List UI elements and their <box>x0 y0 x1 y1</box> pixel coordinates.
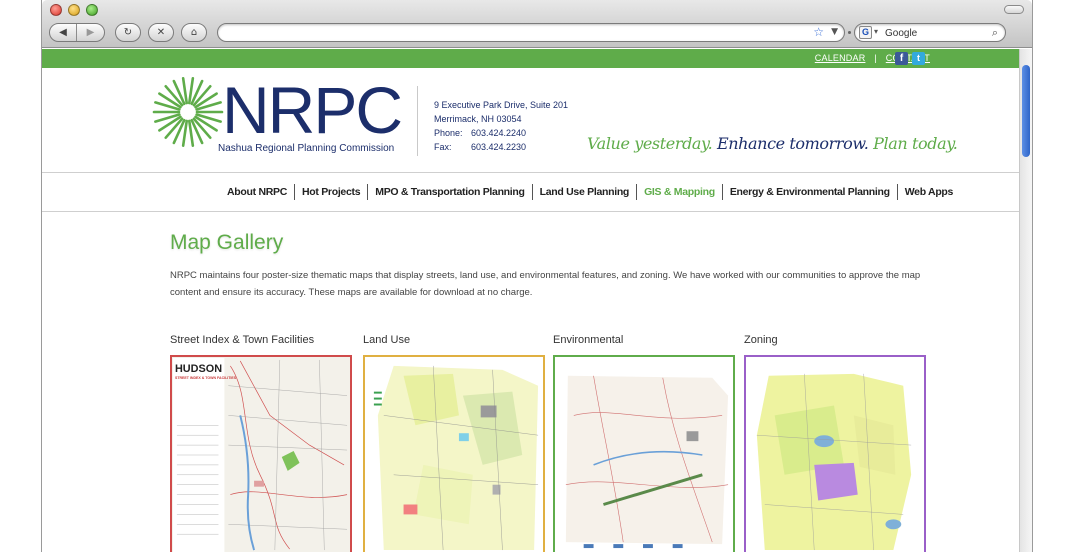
nav-item-hot-projects[interactable]: Hot Projects <box>295 184 367 200</box>
contact-address: 9 Executive Park Drive, Suite 201 Merrim… <box>434 98 568 154</box>
nav-item-land-use-planning[interactable]: Land Use Planning <box>533 184 636 200</box>
header-divider <box>417 86 418 156</box>
address-line-2: Merrimack, NH 03054 <box>434 114 522 124</box>
map-caption: Zoning <box>744 334 778 346</box>
browser-window: ◀ ▶ ↻ ✕ ⌂ ☆ ▼ G ▾ ⌕ CALENDAR | <box>41 0 1033 552</box>
scrollbar-thumb[interactable] <box>1022 65 1030 157</box>
page-title: Map Gallery <box>170 231 284 254</box>
screen: ◀ ▶ ↻ ✕ ⌂ ☆ ▼ G ▾ ⌕ CALENDAR | <box>0 0 1068 552</box>
nav-item-energy-environmental[interactable]: Energy & Environmental Planning <box>723 184 897 200</box>
nrpc-sunburst-logo-icon[interactable] <box>152 76 224 148</box>
home-button[interactable]: ⌂ <box>181 23 207 42</box>
bookmark-star-icon[interactable]: ☆ <box>813 25 824 39</box>
home-icon: ⌂ <box>190 27 198 38</box>
fax-number: 603.424.2230 <box>471 142 527 152</box>
logo-subtitle: Nashua Regional Planning Commission <box>218 143 395 154</box>
map-thumbnail-zoning[interactable] <box>744 355 926 552</box>
fax-row: Fax: 603.424.2230 <box>434 140 568 154</box>
fax-label: Fax: <box>434 142 452 152</box>
search-icon[interactable]: ⌕ <box>992 26 998 40</box>
sunburst-ray <box>181 119 189 147</box>
back-arrow-icon: ◀ <box>59 27 67 38</box>
reload-button[interactable]: ↻ <box>115 23 141 42</box>
back-button[interactable]: ◀ <box>50 24 77 41</box>
map-subtitle-text: STREET INDEX & TOWN FACILITIES <box>175 376 237 380</box>
sunburst-ray <box>187 77 195 105</box>
nav-item-web-apps[interactable]: Web Apps <box>898 184 960 200</box>
google-engine-icon[interactable]: G <box>859 26 872 39</box>
map-caption: Land Use <box>363 334 411 346</box>
map-caption: Environmental <box>553 334 624 346</box>
map-title-text: HUDSON <box>175 363 222 375</box>
forward-arrow-icon: ▶ <box>86 27 95 38</box>
tagline-part-2: Enhance tomorrow. <box>716 134 869 153</box>
search-input[interactable] <box>885 26 985 40</box>
map-gallery: Street Index & Town Facilities HUDSON ST… <box>170 333 930 552</box>
phone-label: Phone: <box>434 128 463 138</box>
toolbar-separator <box>848 31 851 34</box>
address-line-1: 9 Executive Park Drive, Suite 201 <box>434 100 569 110</box>
site-header: NRPC Nashua Regional Planning Commission… <box>42 68 1020 172</box>
map-thumbnail-street-index[interactable]: HUDSON STREET INDEX & TOWN FACILITIES <box>170 355 352 552</box>
tagline: Value yesterday. Enhance tomorrow. Plan … <box>587 134 958 153</box>
map-card-zoning: Zoning <box>744 333 926 552</box>
minimize-window-button[interactable] <box>68 4 80 16</box>
intro-paragraph: NRPC maintains four poster-size thematic… <box>170 270 921 298</box>
nav-item-gis-mapping[interactable]: GIS & Mapping <box>637 184 722 200</box>
back-forward-control: ◀ ▶ <box>49 23 105 42</box>
stop-button[interactable]: ✕ <box>148 23 174 42</box>
reload-icon: ↻ <box>123 27 133 38</box>
sunburst-ray <box>181 77 189 105</box>
logo-wordmark[interactable]: NRPC <box>222 74 403 146</box>
zoom-window-button[interactable] <box>86 4 98 16</box>
tagline-part-1: Value yesterday. <box>587 134 713 153</box>
vertical-scrollbar[interactable] <box>1019 49 1032 552</box>
browser-toolbar: ◀ ▶ ↻ ✕ ⌂ ☆ ▼ G ▾ ⌕ <box>42 0 1032 48</box>
nav-item-mpo-transportation[interactable]: MPO & Transportation Planning <box>368 184 531 200</box>
twitter-icon[interactable]: t <box>912 52 925 65</box>
facebook-icon[interactable]: f <box>895 52 908 65</box>
stop-icon: ✕ <box>156 27 166 38</box>
sunburst-ray <box>187 119 195 147</box>
forward-button[interactable]: ▶ <box>77 24 104 41</box>
toolbar-toggle-button[interactable] <box>1004 5 1024 14</box>
main-navigation: About NRPC Hot Projects MPO & Transporta… <box>42 172 1020 212</box>
map-thumbnail-environmental[interactable] <box>553 355 735 552</box>
history-dropdown-icon[interactable]: ▼ <box>831 27 838 37</box>
address-bar[interactable]: ☆ ▼ <box>217 23 845 42</box>
map-caption: Street Index & Town Facilities <box>170 334 315 346</box>
map-card-street-index: Street Index & Town Facilities HUDSON ST… <box>170 333 352 552</box>
utility-separator: | <box>874 53 877 63</box>
tagline-part-3: Plan today. <box>873 134 958 153</box>
phone-number: 603.424.2240 <box>471 128 527 138</box>
utility-bar: CALENDAR | CONTACT f t <box>42 49 1020 68</box>
phone-row: Phone: 603.424.2240 <box>434 126 568 140</box>
page-content: CALENDAR | CONTACT f t NRPC Nashua Regio… <box>42 49 1020 552</box>
map-card-land-use: Land Use <box>363 333 545 552</box>
calendar-link[interactable]: CALENDAR <box>815 53 866 63</box>
nav-item-about-nrpc[interactable]: About NRPC <box>220 184 294 200</box>
search-box: G ▾ ⌕ <box>854 23 1006 42</box>
map-thumbnail-land-use[interactable] <box>363 355 545 552</box>
close-window-button[interactable] <box>50 4 62 16</box>
search-engine-dropdown-icon[interactable]: ▾ <box>874 27 878 36</box>
map-card-environmental: Environmental <box>553 333 735 552</box>
